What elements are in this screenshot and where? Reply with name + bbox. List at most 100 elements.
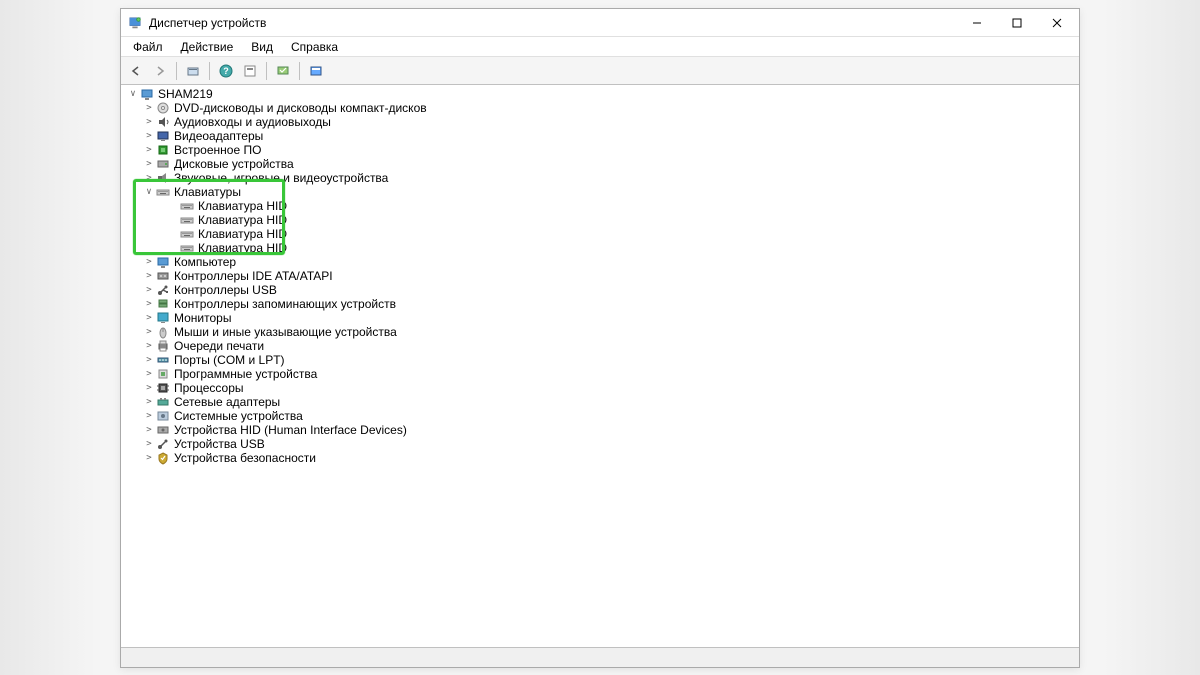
tree-category[interactable]: > Системные устройства: [123, 409, 1077, 423]
security-icon: [155, 451, 171, 465]
expand-icon[interactable]: >: [143, 143, 155, 157]
expand-icon[interactable]: >: [143, 353, 155, 367]
expand-icon[interactable]: >: [143, 437, 155, 451]
device-label: Клавиатура HID: [198, 199, 287, 213]
expand-icon[interactable]: >: [143, 255, 155, 269]
display-icon: [155, 129, 171, 143]
expand-icon[interactable]: >: [143, 451, 155, 465]
scan-button[interactable]: [272, 60, 294, 82]
mouse-icon: [155, 325, 171, 339]
expand-icon[interactable]: >: [143, 339, 155, 353]
expand-icon[interactable]: >: [143, 381, 155, 395]
tree-category[interactable]: > Мониторы: [123, 311, 1077, 325]
device-manager-window: Диспетчер устройств Файл Действие Вид Сп…: [120, 8, 1080, 668]
tree-category[interactable]: ∨ Клавиатуры: [123, 185, 1077, 199]
maximize-button[interactable]: [997, 10, 1037, 36]
category-label: Мыши и иные указывающие устройства: [174, 325, 397, 339]
tree-category[interactable]: > Устройства безопасности: [123, 451, 1077, 465]
tree-device[interactable]: Клавиатура HID: [123, 241, 1077, 255]
category-label: Устройства безопасности: [174, 451, 316, 465]
sound-icon: [155, 171, 171, 185]
back-button[interactable]: [125, 60, 147, 82]
tree-category[interactable]: > Очереди печати: [123, 339, 1077, 353]
properties-button[interactable]: [305, 60, 327, 82]
tree-category[interactable]: > Контроллеры USB: [123, 283, 1077, 297]
expand-icon[interactable]: >: [143, 115, 155, 129]
svg-text:?: ?: [223, 66, 229, 76]
tree-category[interactable]: > Устройства USB: [123, 437, 1077, 451]
keyboard-icon: [179, 213, 195, 227]
action-button[interactable]: [239, 60, 261, 82]
menu-help[interactable]: Справка: [283, 38, 346, 56]
expand-icon[interactable]: ∨: [127, 87, 139, 101]
tree-category[interactable]: > Мыши и иные указывающие устройства: [123, 325, 1077, 339]
disc-icon: [155, 101, 171, 115]
expand-icon[interactable]: >: [143, 423, 155, 437]
tree-category[interactable]: > Процессоры: [123, 381, 1077, 395]
category-label: Дисковые устройства: [174, 157, 294, 171]
category-label: Системные устройства: [174, 409, 303, 423]
tree-category[interactable]: > Сетевые адаптеры: [123, 395, 1077, 409]
tree-category[interactable]: > Видеоадаптеры: [123, 129, 1077, 143]
expand-icon[interactable]: >: [143, 157, 155, 171]
storage-icon: [155, 297, 171, 311]
tree-category[interactable]: > Контроллеры запоминающих устройств: [123, 297, 1077, 311]
close-button[interactable]: [1037, 10, 1077, 36]
tree-device[interactable]: Клавиатура HID: [123, 227, 1077, 241]
software-icon: [155, 367, 171, 381]
expand-icon[interactable]: >: [143, 297, 155, 311]
port-icon: [155, 353, 171, 367]
firmware-icon: [155, 143, 171, 157]
keyboard-icon: [179, 227, 195, 241]
category-label: Процессоры: [174, 381, 244, 395]
tree-category[interactable]: > Аудиовходы и аудиовыходы: [123, 115, 1077, 129]
menu-file[interactable]: Файл: [125, 38, 171, 56]
category-label: Компьютер: [174, 255, 236, 269]
minimize-button[interactable]: [957, 10, 997, 36]
menu-view[interactable]: Вид: [243, 38, 281, 56]
tree-category[interactable]: > Контроллеры IDE ATA/ATAPI: [123, 269, 1077, 283]
disk-icon: [155, 157, 171, 171]
tree-device[interactable]: Клавиатура HID: [123, 213, 1077, 227]
category-label: Клавиатуры: [174, 185, 241, 199]
show-hidden-button[interactable]: [182, 60, 204, 82]
tree-category[interactable]: > Дисковые устройства: [123, 157, 1077, 171]
keyboard-icon: [179, 241, 195, 255]
tree-category[interactable]: > Устройства HID (Human Interface Device…: [123, 423, 1077, 437]
usbdev-icon: [155, 437, 171, 451]
tree-category[interactable]: > Встроенное ПО: [123, 143, 1077, 157]
toolbar-separator: [209, 62, 210, 80]
expand-icon[interactable]: >: [143, 101, 155, 115]
monitor-icon: [155, 311, 171, 325]
category-label: Мониторы: [174, 311, 231, 325]
expand-icon[interactable]: >: [143, 367, 155, 381]
expand-icon[interactable]: >: [143, 283, 155, 297]
expand-icon[interactable]: >: [143, 395, 155, 409]
expand-icon[interactable]: >: [143, 171, 155, 185]
expand-icon[interactable]: >: [143, 129, 155, 143]
category-label: Устройства USB: [174, 437, 265, 451]
menu-action[interactable]: Действие: [173, 38, 242, 56]
expand-icon[interactable]: >: [143, 325, 155, 339]
tree-root[interactable]: ∨ SHAM219: [123, 87, 1077, 101]
tree-category[interactable]: > Звуковые, игровые и видеоустройства: [123, 171, 1077, 185]
help-button[interactable]: ?: [215, 60, 237, 82]
device-label: Клавиатура HID: [198, 213, 287, 227]
toolbar-separator: [299, 62, 300, 80]
tree-category[interactable]: > Порты (COM и LPT): [123, 353, 1077, 367]
computer-icon: [155, 255, 171, 269]
expand-icon[interactable]: >: [143, 311, 155, 325]
tree-category[interactable]: > Программные устройства: [123, 367, 1077, 381]
forward-button[interactable]: [149, 60, 171, 82]
expand-icon[interactable]: ∨: [143, 185, 155, 199]
tree-category[interactable]: > Компьютер: [123, 255, 1077, 269]
menubar: Файл Действие Вид Справка: [121, 37, 1079, 57]
tree-device[interactable]: Клавиатура HID: [123, 199, 1077, 213]
printer-icon: [155, 339, 171, 353]
expand-icon[interactable]: >: [143, 409, 155, 423]
tree-content[interactable]: ∨ SHAM219 > DVD-дисководы и дисководы ко…: [121, 85, 1079, 647]
tree-category[interactable]: > DVD-дисководы и дисководы компакт-диск…: [123, 101, 1077, 115]
category-label: Звуковые, игровые и видеоустройства: [174, 171, 388, 185]
category-label: Контроллеры USB: [174, 283, 277, 297]
expand-icon[interactable]: >: [143, 269, 155, 283]
